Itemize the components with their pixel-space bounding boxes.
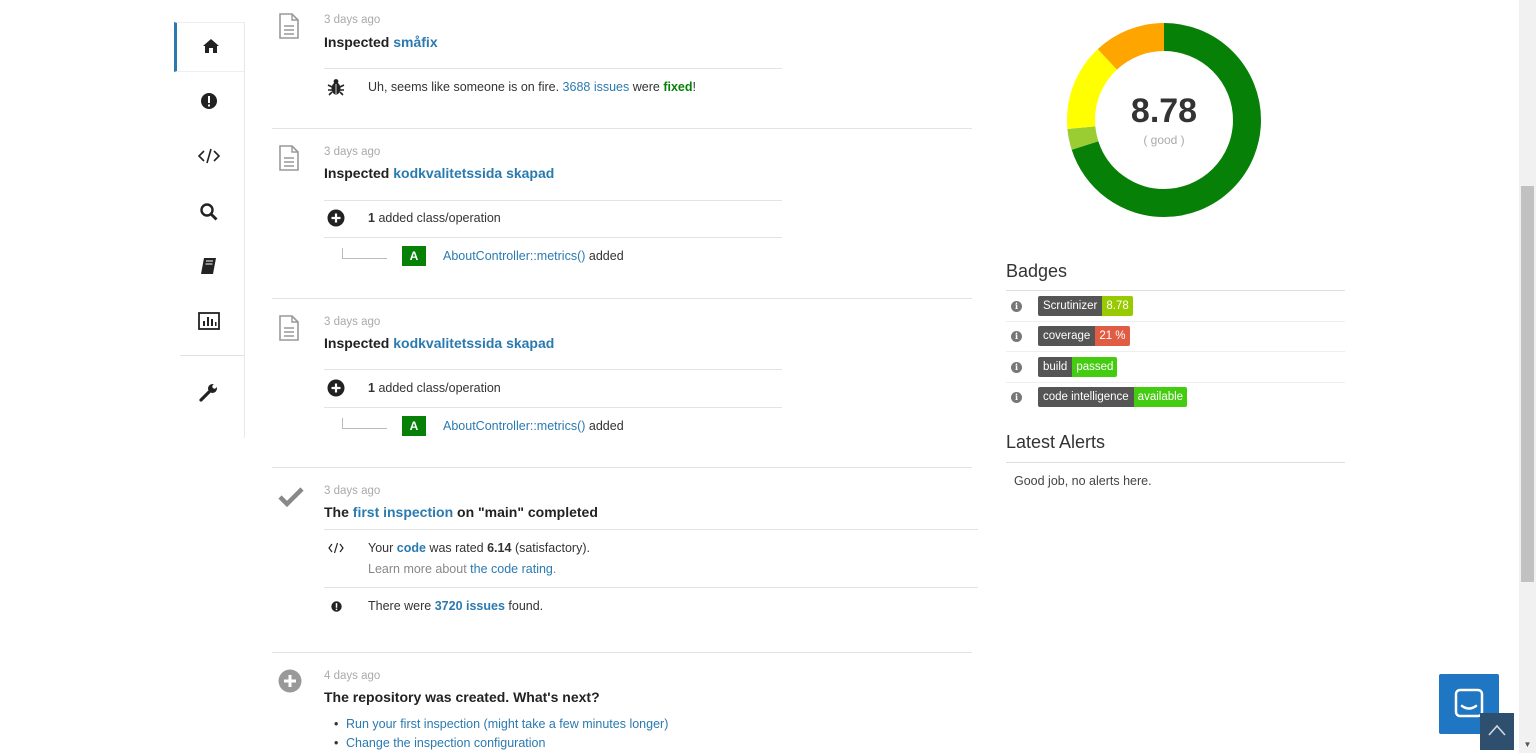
badge[interactable]: coverage 21 % [1038, 326, 1130, 346]
tree-connector [342, 418, 387, 429]
info-icon[interactable]: i [1011, 361, 1022, 373]
nav-divider [180, 355, 244, 356]
learn-more-row: Learn more about the code rating. [368, 562, 557, 576]
scroll-down-arrow[interactable]: ▼ [1519, 736, 1536, 753]
bug-icon [324, 78, 348, 96]
bar-chart-icon [198, 311, 220, 333]
section-divider [1006, 462, 1345, 463]
entry-time: 3 days ago [324, 485, 381, 497]
tree-connector [342, 248, 387, 259]
run-inspection-link[interactable]: Run your first inspection (might take a … [346, 717, 668, 731]
rating-row: Your code was rated 6.14 (satisfactory). [324, 541, 590, 555]
entry-title: The first inspection on "main" completed [324, 504, 598, 520]
inspection-link[interactable]: småfix [393, 34, 437, 50]
nav-search[interactable] [174, 188, 244, 238]
entry-divider [324, 587, 978, 588]
entry-title: Inspected kodkvalitetssida skapad [324, 165, 555, 181]
checkmark-icon [278, 486, 304, 511]
entry-divider [324, 407, 782, 408]
entry-divider [324, 237, 782, 238]
nav-code[interactable] [174, 132, 244, 182]
inspection-link[interactable]: kodkvalitetssida skapad [393, 335, 554, 351]
method-link[interactable]: AboutController::metrics() [443, 249, 585, 263]
chevron-up-icon [1487, 723, 1507, 740]
plus-circle-icon [278, 669, 302, 696]
badge-row: i code intelligence available [1006, 382, 1345, 412]
badge-row: i coverage 21 % [1006, 321, 1345, 352]
exclamation-icon [324, 600, 348, 612]
code-link[interactable]: code [397, 541, 426, 555]
entry-time: 4 days ago [324, 670, 381, 682]
document-icon [278, 13, 300, 42]
wrench-icon [199, 382, 219, 405]
side-nav [174, 22, 245, 438]
alerts-empty-text: Good job, no alerts here. [1014, 474, 1152, 488]
entry-divider [324, 200, 782, 201]
issues-found-link[interactable]: 3720 issues [435, 599, 505, 613]
entry-divider [324, 68, 782, 69]
entry-time: 3 days ago [324, 316, 381, 328]
timeline-entry: 3 days ago The first inspection on "main… [272, 467, 978, 652]
nav-home[interactable] [174, 22, 244, 72]
info-icon[interactable]: i [1011, 330, 1022, 342]
quality-score-value: 8.78 [1130, 92, 1198, 130]
entry-divider [324, 529, 978, 530]
scroll-to-top-button[interactable] [1480, 713, 1514, 750]
entry-divider [324, 369, 782, 370]
badge-row: i build passed [1006, 352, 1345, 383]
nav-docs[interactable] [174, 242, 244, 292]
method-row: A AboutController::metrics() added [402, 246, 624, 266]
entry-time: 3 days ago [324, 146, 381, 158]
nav-settings[interactable] [174, 368, 244, 418]
code-rating-link[interactable]: the code rating [470, 562, 553, 576]
change-configuration-link[interactable]: Change the inspection configuration [346, 736, 545, 750]
entry-detail-row: 1 added class/operation [324, 379, 501, 397]
info-icon[interactable]: i [1011, 391, 1022, 403]
fixed-issues-link[interactable]: 3688 issues [563, 80, 630, 94]
exclamation-icon [200, 92, 218, 113]
code-icon [324, 542, 348, 554]
next-steps-list: Run your first inspection (might take a … [334, 717, 668, 755]
timeline-entry: 4 days ago The repository was created. W… [272, 652, 972, 753]
nav-issues[interactable] [174, 77, 244, 127]
entry-detail-row: 1 added class/operation [324, 209, 501, 227]
grade-badge: A [402, 416, 426, 436]
badges-heading: Badges [1006, 261, 1068, 281]
badge[interactable]: code intelligence available [1038, 387, 1188, 407]
timeline-entry: 3 days ago Inspected småfix Uh, seems li… [272, 0, 972, 128]
entry-title: Inspected kodkvalitetssida skapad [324, 335, 555, 351]
document-icon [278, 315, 300, 344]
inspection-link[interactable]: kodkvalitetssida skapad [393, 165, 554, 181]
document-icon [278, 145, 300, 174]
method-row: A AboutController::metrics() added [402, 416, 624, 436]
plus-circle-icon [324, 379, 348, 397]
alerts-heading: Latest Alerts [1006, 432, 1106, 452]
book-icon [200, 257, 218, 278]
first-inspection-link[interactable]: first inspection [353, 504, 453, 520]
timeline-entry: 3 days ago Inspected kodkvalitetssida sk… [272, 128, 972, 298]
grade-badge: A [402, 246, 426, 266]
badge[interactable]: Scrutinizer 8.78 [1038, 296, 1133, 316]
entry-time: 3 days ago [324, 14, 381, 26]
entry-title: The repository was created. What's next? [324, 689, 600, 705]
method-link[interactable]: AboutController::metrics() [443, 419, 585, 433]
nav-statistics[interactable] [174, 297, 244, 347]
entry-detail-row: Uh, seems like someone is on fire. 3688 … [324, 78, 696, 96]
search-icon [200, 202, 218, 224]
list-item: Run your first inspection (might take a … [334, 717, 668, 731]
list-item: Change the inspection configuration [334, 736, 668, 750]
entry-title: Inspected småfix [324, 34, 438, 50]
home-icon [202, 38, 220, 57]
quality-score-label: ( good ) [1143, 133, 1185, 147]
badge[interactable]: build passed [1038, 357, 1118, 377]
scrollbar-thumb[interactable] [1521, 186, 1534, 582]
badge-row: i Scrutinizer 8.78 [1006, 291, 1345, 322]
info-icon[interactable]: i [1011, 300, 1022, 312]
code-icon [197, 148, 221, 167]
issues-row: There were 3720 issues found. [324, 599, 543, 613]
timeline-entry: 3 days ago Inspected kodkvalitetssida sk… [272, 298, 972, 468]
plus-circle-icon [324, 209, 348, 227]
